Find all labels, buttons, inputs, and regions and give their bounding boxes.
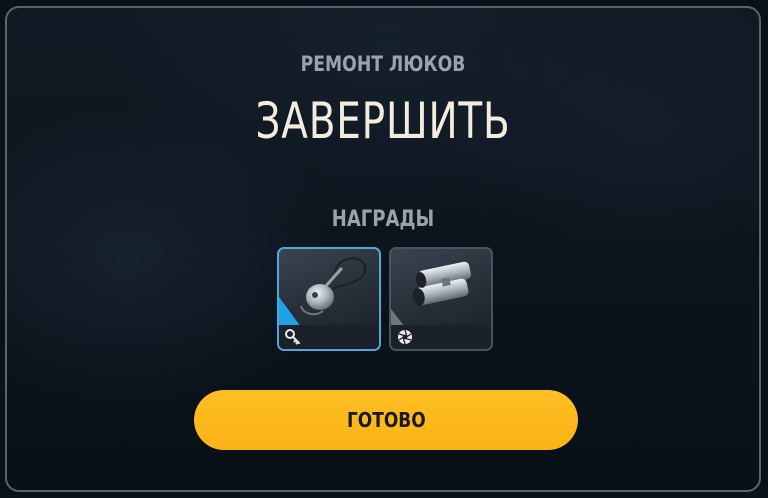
reward-card-binoculars[interactable]	[389, 247, 493, 351]
mission-complete-dialog: РЕМОНТ ЛЮКОВ ЗАВЕРШИТЬ НАГРАДЫ ГОТОВО	[5, 6, 761, 492]
key-icon	[285, 329, 300, 345]
reward-info-bar	[391, 325, 491, 349]
reward-card-key[interactable]	[277, 247, 381, 351]
rarity-corner	[279, 297, 301, 327]
reward-info-bar	[279, 325, 379, 349]
dialog-title: ЗАВЕРШИТЬ	[255, 92, 511, 150]
aperture-icon	[398, 329, 412, 345]
mission-name: РЕМОНТ ЛЮКОВ	[300, 52, 466, 76]
rewards-heading: НАГРАДЫ	[331, 207, 435, 232]
done-button-label: ГОТОВО	[346, 408, 426, 432]
binoculars-icon	[412, 261, 471, 306]
done-button[interactable]: ГОТОВО	[194, 390, 578, 450]
